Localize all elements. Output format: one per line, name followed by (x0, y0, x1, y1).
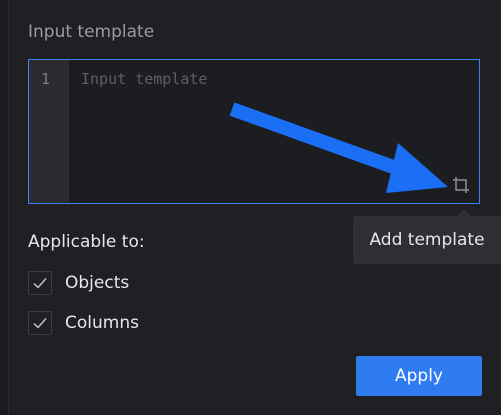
add-template-button[interactable] (451, 175, 471, 195)
template-input[interactable] (81, 70, 441, 88)
apply-button[interactable]: Apply (356, 356, 482, 396)
add-template-tooltip: Add template (353, 209, 501, 264)
panel-left-edge (0, 0, 9, 415)
checkmark-icon (33, 278, 47, 289)
checkbox-box[interactable] (28, 271, 52, 295)
checkbox-objects[interactable]: Objects (28, 271, 129, 295)
line-gutter: 1 (29, 60, 69, 203)
checkmark-icon (33, 318, 47, 329)
checkbox-label-objects: Objects (65, 273, 130, 293)
applicable-to-heading: Applicable to: (28, 232, 145, 252)
checkbox-label-columns: Columns (65, 313, 139, 333)
add-template-icon (453, 177, 469, 193)
input-template-label: Input template (28, 22, 155, 42)
checkbox-box[interactable] (28, 311, 52, 335)
template-editor[interactable]: 1 (28, 59, 480, 204)
checkbox-columns[interactable]: Columns (28, 311, 139, 335)
line-number: 1 (41, 70, 51, 88)
tooltip-text: Add template (369, 230, 485, 250)
